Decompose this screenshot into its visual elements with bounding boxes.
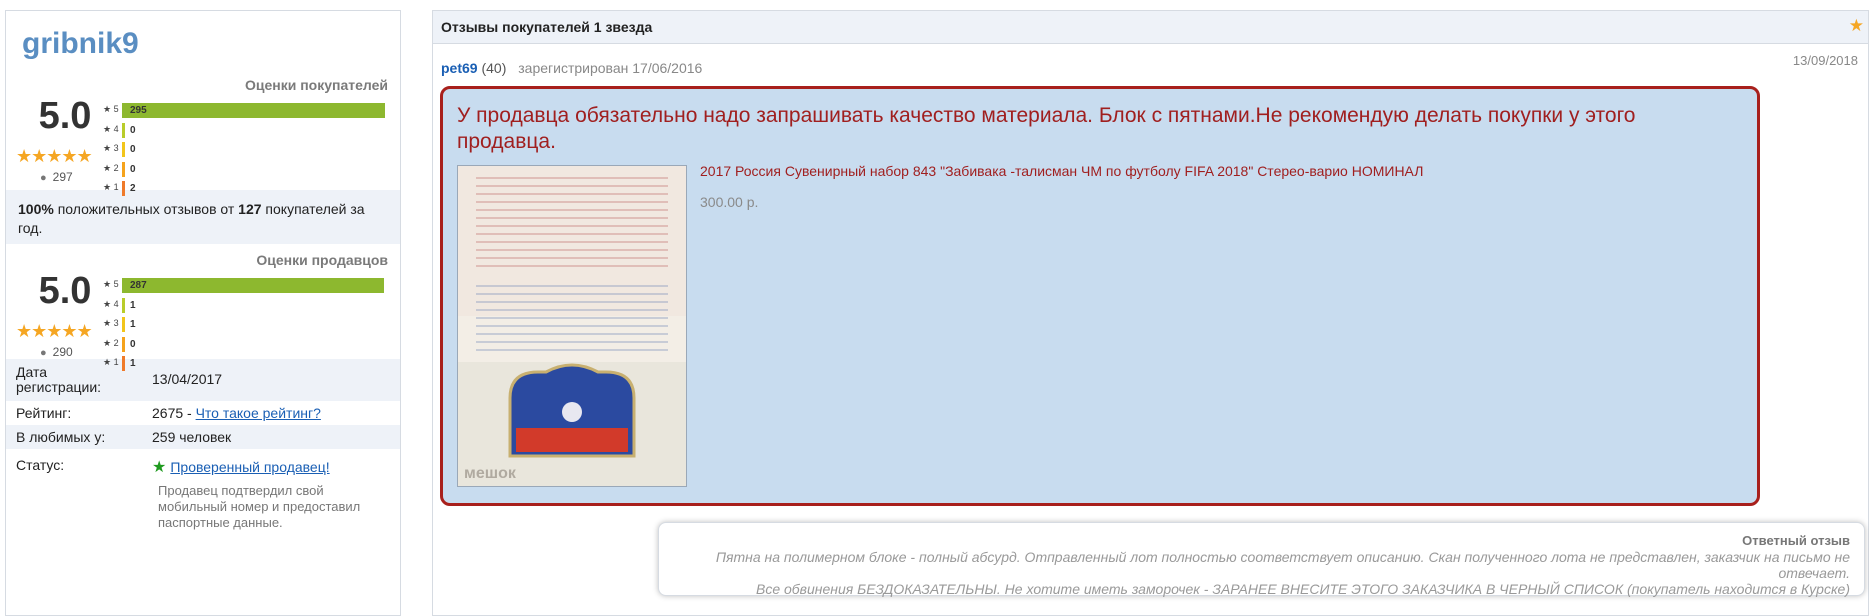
response-title: Ответный отзыв xyxy=(1742,533,1850,548)
buyer-reviewers-count: 297 xyxy=(52,170,73,184)
rating-row-2[interactable]: ★ 2 0 xyxy=(103,161,393,181)
rating-bar xyxy=(122,181,125,196)
rating-row-count: 2 xyxy=(130,183,136,194)
buyer-stars: ★★★★★ xyxy=(16,146,93,166)
response-line-1: Пятна на полимерном блоке - полный абсур… xyxy=(715,549,1850,581)
rating-row-3[interactable]: ★ 3 1 xyxy=(103,316,393,336)
status-note: Продавец подтвердил свой мобильный номер… xyxy=(158,483,361,530)
info-label: Статус: xyxy=(16,457,65,473)
verified-star-icon: ★ xyxy=(152,459,167,476)
rating-bar xyxy=(122,161,125,177)
rating-row-2[interactable]: ★ 2 0 xyxy=(103,336,393,356)
user-icon: ● xyxy=(40,347,47,359)
rating-row-label: ★ 1 xyxy=(103,182,119,192)
rating-row-count: 0 xyxy=(130,124,136,136)
lot-price: 300.00 р. xyxy=(700,194,759,210)
rating-row-count: 1 xyxy=(130,319,136,330)
rating-bar xyxy=(122,142,125,157)
buyer-feedback-count[interactable]: (40) xyxy=(481,60,506,76)
seller-reviewers-count: 290 xyxy=(52,345,73,359)
rating-bar xyxy=(122,336,125,352)
info-row-status: Статус: ★ Проверенный продавец! xyxy=(6,449,400,481)
review-date: 13/09/2018 xyxy=(1792,53,1858,68)
rating-row-label: ★ 2 xyxy=(103,337,119,348)
rating-row-count: 0 xyxy=(130,144,136,155)
info-row-favorites: В любимых у: 259 человек xyxy=(6,425,400,449)
rating-row-label: ★ 3 xyxy=(103,143,119,153)
lot-title-link[interactable]: 2017 Россия Сувенирный набор 843 "Забива… xyxy=(700,163,1423,179)
seller-ratings-title: Оценки продавцов xyxy=(256,252,388,268)
buyer-ratings-title: Оценки покупателей xyxy=(244,77,388,93)
positive-text-a: положительных отзывов от xyxy=(53,201,239,217)
rating-bar xyxy=(122,317,125,332)
info-row-rating: Рейтинг: 2675 - Что такое рейтинг? xyxy=(6,401,400,425)
seller-rating-bars: ★ 5 287 ★ 4 1 ★ 3 1 ★ 2 0 ★ 1 1 xyxy=(103,277,393,375)
buyer-ratings: Оценки покупателей 5.0 ★★★★★ ● 297 ★ 5 295… xyxy=(6,69,400,196)
seller-stars: ★★★★★ xyxy=(16,321,93,341)
panel-header: Отзывы покупателей 1 звезда ★ xyxy=(433,11,1868,44)
positive-percent: 100% xyxy=(18,201,54,217)
seller-name[interactable]: gribnik9 xyxy=(6,11,400,69)
review-text: У продавца обязательно надо запрашивать … xyxy=(457,104,1636,153)
rating-row-label: ★ 4 xyxy=(103,123,119,134)
rating-row-count: 295 xyxy=(130,105,147,116)
rating-row-4[interactable]: ★ 4 0 xyxy=(103,122,393,142)
rating-row-1[interactable]: ★ 1 1 xyxy=(103,355,393,375)
rating-row-1[interactable]: ★ 1 2 xyxy=(103,180,393,200)
info-value: 259 человек xyxy=(152,429,232,445)
rating-row-5[interactable]: ★ 5 287 xyxy=(103,277,393,297)
review-meta: pet69 (40) зарегистрирован 17/06/2016 13… xyxy=(433,44,1868,82)
rating-row-count: 287 xyxy=(130,280,147,291)
review-box: У продавца обязательно надо запрашивать … xyxy=(440,86,1760,506)
buyer-registered: зарегистрирован 17/06/2016 xyxy=(518,60,703,76)
info-value: ★ Проверенный продавец! xyxy=(142,449,400,481)
seller-score: 5.0 xyxy=(38,270,92,312)
lot-thumbnail[interactable]: мешок xyxy=(457,165,687,487)
seller-reviewers: ● 290 xyxy=(40,345,73,359)
rating-row-label: ★ 5 xyxy=(103,279,119,289)
panel-title: Отзывы покупателей 1 звезда xyxy=(441,19,653,35)
seller-info-table: Дата регистрации: 13/04/2017 Рейтинг: 26… xyxy=(6,359,400,481)
seller-response: Ответный отзыв Пятна на полимерном блоке… xyxy=(658,522,1865,597)
rating-bar xyxy=(122,103,385,118)
rating-bar xyxy=(122,122,125,138)
rating-row-label: ★ 2 xyxy=(103,162,119,173)
rating-row-label: ★ 3 xyxy=(103,318,119,328)
star-icon[interactable]: ★ xyxy=(1849,16,1864,36)
rating-row-count: 0 xyxy=(130,163,136,175)
seller-ratings: Оценки продавцов 5.0 ★★★★★ ● 290 ★ 5 287 ★… xyxy=(6,244,400,371)
review-author: pet69 (40) зарегистрирован 17/06/2016 xyxy=(441,60,702,76)
buyer-rating-bars: ★ 5 295 ★ 4 0 ★ 3 0 ★ 2 0 ★ 1 2 xyxy=(103,102,393,200)
rating-value: 2675 - xyxy=(152,405,196,421)
positive-count: 127 xyxy=(238,201,262,217)
buyer-score: 5.0 xyxy=(38,95,92,137)
rating-row-5[interactable]: ★ 5 295 xyxy=(103,102,393,122)
buyer-reviewers: ● 297 xyxy=(40,170,73,184)
rating-row-3[interactable]: ★ 3 0 xyxy=(103,141,393,161)
user-icon: ● xyxy=(40,172,47,184)
lot-thumbnail-image: мешок xyxy=(458,166,686,486)
rating-row-label: ★ 1 xyxy=(103,357,119,367)
rating-row-label: ★ 5 xyxy=(103,104,119,114)
info-value: 2675 - Что такое рейтинг? xyxy=(142,401,400,425)
buyer-name-link[interactable]: pet69 xyxy=(441,60,478,76)
rating-row-count: 0 xyxy=(130,338,136,350)
info-label: Рейтинг: xyxy=(16,405,72,421)
rating-bar xyxy=(122,297,125,313)
seller-sidebar: gribnik9 Оценки покупателей 5.0 ★★★★★ ● 2… xyxy=(5,10,401,616)
rating-row-count: 1 xyxy=(130,358,136,369)
rating-bar xyxy=(122,356,125,371)
thumbnail-watermark: мешок xyxy=(464,465,517,482)
rating-row-4[interactable]: ★ 4 1 xyxy=(103,297,393,317)
info-label: В любимых у: xyxy=(16,429,106,445)
verified-seller-link[interactable]: Проверенный продавец! xyxy=(170,459,329,475)
what-is-rating-link[interactable]: Что такое рейтинг? xyxy=(196,405,321,421)
rating-row-label: ★ 4 xyxy=(103,298,119,309)
rating-bar xyxy=(122,278,384,293)
response-line-2: Все обвинения БЕЗДОКАЗАТЕЛЬНЫ. Не хотите… xyxy=(756,581,1850,597)
rating-row-count: 1 xyxy=(130,299,136,311)
